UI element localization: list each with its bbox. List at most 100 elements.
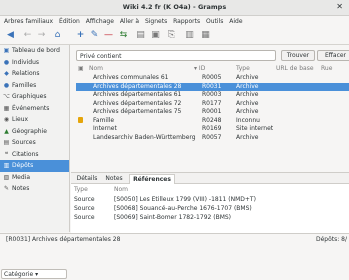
menu-tools[interactable]: Outils bbox=[206, 18, 223, 25]
sidebar-item-label: Graphiques bbox=[12, 93, 47, 100]
citations-icon: ❝ bbox=[4, 150, 9, 158]
sidebar-item-label: Sources bbox=[12, 139, 36, 146]
table-row[interactable]: Famille R0248 Inconnu bbox=[76, 116, 349, 126]
geography-icon: ▲ bbox=[4, 127, 9, 135]
table-row[interactable]: Archives départementales 72 R0177 Archive bbox=[76, 100, 349, 109]
ref-type: Source bbox=[74, 205, 95, 212]
clear-button[interactable]: Effacer bbox=[317, 50, 349, 61]
sidebar-item-repositories[interactable]: ▥ Dépôts bbox=[0, 160, 69, 172]
column-base-url[interactable]: URL de base bbox=[276, 65, 314, 72]
sidebar-item-sources[interactable]: ▤ Sources bbox=[0, 137, 69, 149]
tab-details[interactable]: Détails bbox=[75, 174, 99, 183]
table-row[interactable]: Landesarchiv Baden-Württemberg R0057 Archi… bbox=[76, 134, 349, 143]
category-selector-label: Catégorie bbox=[4, 271, 34, 278]
people-icon: ● bbox=[3, 58, 10, 66]
sidebar-item-dashboard[interactable]: ▣ Tableau de bord bbox=[0, 45, 69, 57]
row-type: Archive bbox=[236, 108, 259, 115]
sidebar-item-label: Lieux bbox=[12, 116, 29, 123]
status-count: Dépôts: 8/ bbox=[315, 236, 347, 243]
row-id: R0003 bbox=[202, 91, 222, 98]
row-type: Archive bbox=[236, 82, 259, 90]
clipboard-icon[interactable]: ▣ bbox=[150, 30, 161, 41]
sidebar-item-label: Géographie bbox=[12, 127, 47, 135]
dashboard-icon: ▣ bbox=[3, 47, 10, 54]
row-name: Landesarchiv Baden-Württemberg bbox=[93, 133, 196, 141]
menu-edit[interactable]: Édition bbox=[59, 18, 80, 25]
table-row-selected[interactable]: Archives départementales 28 R0031 Archive bbox=[76, 82, 349, 91]
places-icon: ◉ bbox=[3, 116, 10, 123]
column-id[interactable]: ▾ ID bbox=[194, 65, 205, 72]
sidebar-item-label: Événements bbox=[12, 104, 50, 112]
sidebar-item-relationships[interactable]: ◆ Relations bbox=[0, 68, 69, 80]
sidebar-item-charts[interactable]: ⌥ Graphiques bbox=[0, 91, 69, 103]
sidebar-item-families[interactable]: ● Familles bbox=[0, 80, 69, 92]
column-name[interactable]: Nom bbox=[89, 65, 103, 72]
notes-icon: ✎ bbox=[3, 185, 10, 192]
row-name: Archives départementales 75 bbox=[93, 108, 182, 115]
menu-reports[interactable]: Rapports bbox=[173, 18, 200, 25]
forward-icon[interactable]: → bbox=[36, 30, 47, 41]
ref-name: [S0068] Souancé-au-Perche 1676-1707 (BMS… bbox=[114, 205, 252, 212]
menu-bookmarks[interactable]: Signets bbox=[145, 18, 167, 25]
ref-column-name[interactable]: Nom bbox=[114, 186, 128, 193]
sidebar-item-label: Relations bbox=[12, 70, 40, 77]
sidebar-item-people[interactable]: ● Individus bbox=[0, 57, 69, 69]
tab-references[interactable]: Références bbox=[129, 174, 175, 184]
row-type: Site internet bbox=[236, 125, 274, 132]
tree-icon[interactable]: ◀ bbox=[5, 30, 16, 41]
table-row[interactable]: Archives départementales 75 R0001 Archive bbox=[76, 108, 349, 117]
column-type[interactable]: Type bbox=[236, 65, 250, 72]
home-icon[interactable]: ⌂ bbox=[52, 30, 63, 41]
ref-type: Source bbox=[74, 214, 95, 221]
menu-view[interactable]: Affichage bbox=[86, 18, 114, 25]
close-icon[interactable]: ✕ bbox=[336, 2, 343, 11]
ref-column-type[interactable]: Type bbox=[74, 186, 88, 193]
bottom-bar: Détails Notes Références Type Nom Source… bbox=[71, 172, 349, 233]
table-row[interactable]: Internet R0169 Site internet bbox=[76, 125, 349, 134]
row-type: Archive bbox=[236, 74, 259, 81]
sidebar-item-label: Media bbox=[12, 173, 31, 181]
export-icon[interactable]: ⎘ bbox=[166, 30, 177, 41]
ref-name: [S0050] Les Etilleux 1799 (VIII) -1811 (… bbox=[114, 196, 256, 203]
row-name: Archives départementales 28 bbox=[93, 82, 182, 90]
find-button[interactable]: Trouver bbox=[281, 50, 315, 61]
sidebar-item-places[interactable]: ◉ Lieux bbox=[0, 114, 69, 126]
bottombar-toggle-icon[interactable]: ▦ bbox=[200, 30, 211, 41]
sidebar-item-label: Citations bbox=[12, 150, 39, 158]
row-name: Archives départementales 72 bbox=[93, 99, 182, 107]
back-icon[interactable]: ← bbox=[22, 30, 33, 41]
menu-help[interactable]: Aide bbox=[229, 18, 242, 25]
sidebar-item-media[interactable]: ▧ Media bbox=[0, 172, 69, 184]
table-row[interactable]: Archives départementales 61 R0003 Archive bbox=[76, 91, 349, 100]
title-bar: Wiki 4.2 fr (K O4a) - Gramps ✕ bbox=[0, 0, 349, 16]
row-name: Archives communales 61 bbox=[93, 74, 169, 81]
filter-input[interactable]: Privé contient bbox=[76, 50, 276, 61]
column-street[interactable]: Rue bbox=[321, 65, 332, 72]
sidebar-item-citations[interactable]: ❝ Citations bbox=[0, 149, 69, 161]
media-icon: ▧ bbox=[3, 173, 10, 181]
merge-icon[interactable]: ⇆ bbox=[118, 30, 129, 41]
add-icon[interactable]: + bbox=[75, 30, 86, 41]
row-id: R0001 bbox=[202, 108, 222, 115]
ref-type: Source bbox=[74, 196, 95, 203]
sources-icon: ▤ bbox=[3, 139, 10, 146]
table-row[interactable]: Archives communales 61 R0005 Archive bbox=[76, 74, 349, 83]
sidebar-item-events[interactable]: ▦ Événements bbox=[0, 103, 69, 115]
tab-notes[interactable]: Notes bbox=[103, 174, 125, 183]
sidebar-item-label: Familles bbox=[12, 81, 37, 89]
print-icon[interactable]: ▤ bbox=[135, 30, 146, 41]
sidebar-item-notes[interactable]: ✎ Notes bbox=[0, 183, 69, 195]
menu-family-trees[interactable]: Arbres familiaux bbox=[4, 18, 53, 25]
lock-column-icon[interactable]: ▣ bbox=[78, 65, 84, 72]
menu-go[interactable]: Aller à bbox=[120, 18, 139, 25]
repositories-icon: ▥ bbox=[3, 162, 10, 169]
menu-bar: Arbres familiaux Édition Affichage Aller… bbox=[0, 16, 349, 27]
row-name: Famille bbox=[93, 116, 115, 124]
remove-icon[interactable]: — bbox=[103, 30, 114, 41]
category-selector[interactable]: Catégorie ▾ bbox=[1, 269, 67, 279]
sidebar-toggle-icon[interactable]: ▥ bbox=[184, 30, 195, 41]
sidebar-item-label: Notes bbox=[12, 185, 30, 192]
edit-icon[interactable]: ✎ bbox=[89, 30, 100, 41]
row-type: Inconnu bbox=[236, 116, 260, 124]
sidebar-item-geography[interactable]: ▲ Géographie bbox=[0, 126, 69, 138]
